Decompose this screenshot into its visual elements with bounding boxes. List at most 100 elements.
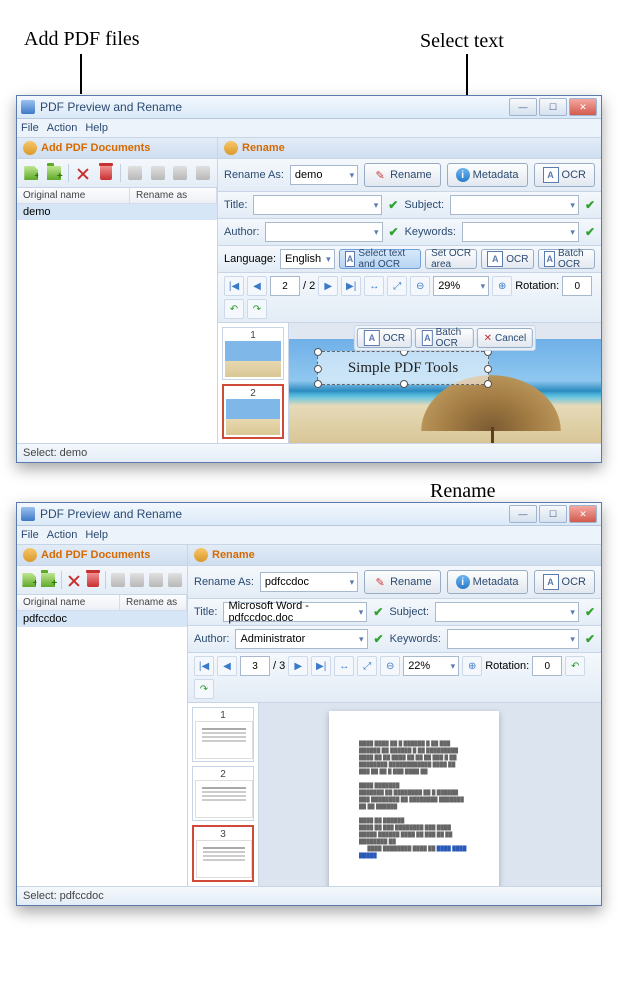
close-button[interactable]: ✕ xyxy=(569,98,597,116)
rotate-left-button[interactable]: ↶ xyxy=(224,299,244,319)
menu-help[interactable]: Help xyxy=(85,529,108,541)
next-page-button[interactable]: ▶ xyxy=(288,656,308,676)
menu-file[interactable]: File xyxy=(21,529,39,541)
tool-button-3[interactable] xyxy=(170,162,191,184)
ocr-button[interactable]: AOCR xyxy=(534,570,595,594)
rename-panel-icon xyxy=(194,548,208,562)
metadata-button[interactable]: iMetadata xyxy=(447,163,528,187)
zoom-select[interactable]: 29% xyxy=(433,276,489,296)
author-input[interactable]: Administrator xyxy=(235,629,367,649)
thumbnail[interactable]: 1 xyxy=(222,327,284,380)
rotation-input[interactable] xyxy=(532,656,562,676)
thumbnail[interactable]: 3 xyxy=(192,825,254,882)
page-current-input[interactable] xyxy=(270,276,300,296)
menu-action[interactable]: Action xyxy=(47,122,78,134)
tool-button-3[interactable] xyxy=(147,569,164,591)
left-toolbar xyxy=(17,566,187,595)
fit-page-button[interactable]: ⤢ xyxy=(387,276,407,296)
remove-icon xyxy=(77,167,89,179)
zoom-select[interactable]: 22% xyxy=(403,656,459,676)
tool-button-4[interactable] xyxy=(192,162,213,184)
add-file-button[interactable] xyxy=(21,162,42,184)
page-current-input[interactable] xyxy=(240,656,270,676)
add-folder-button[interactable] xyxy=(44,162,65,184)
set-ocr-area-button[interactable]: Set OCR area xyxy=(425,249,477,269)
tool-button-1[interactable] xyxy=(110,569,127,591)
batch-ocr-button[interactable]: ABatch OCR xyxy=(538,249,595,269)
fit-width-button[interactable]: ↔ xyxy=(334,656,354,676)
rename-as-label: Rename As: xyxy=(194,576,254,588)
preview-canvas[interactable]: AOCR ABatch OCR ✕Cancel Simple PDF Tools xyxy=(289,323,601,443)
list-item[interactable]: demo xyxy=(17,204,217,220)
rotation-input[interactable] xyxy=(562,276,592,296)
rename-button[interactable]: ✎Rename xyxy=(364,570,441,594)
trash-button[interactable] xyxy=(95,162,116,184)
preview-canvas[interactable]: ████ ████ ██ █ ██████ █ ██ ███ ██████ ██… xyxy=(259,703,601,886)
subject-label: Subject: xyxy=(404,199,444,211)
rename-as-input[interactable]: demo xyxy=(290,165,358,185)
file-list[interactable]: pdfccdoc xyxy=(17,611,187,886)
zoom-in-button[interactable]: ⊕ xyxy=(492,276,512,296)
list-item[interactable]: pdfccdoc xyxy=(17,611,187,627)
subject-input[interactable] xyxy=(450,195,579,215)
title-input[interactable] xyxy=(253,195,382,215)
menu-action[interactable]: Action xyxy=(47,529,78,541)
trash-button[interactable] xyxy=(84,569,101,591)
rotate-right-button[interactable]: ↷ xyxy=(247,299,267,319)
zoom-out-button[interactable]: ⊖ xyxy=(410,276,430,296)
ocr-button[interactable]: AOCR xyxy=(534,163,595,187)
gray-icon xyxy=(111,573,125,587)
tool-button-1[interactable] xyxy=(125,162,146,184)
title-input[interactable]: Microsoft Word - pdfccdoc.doc xyxy=(223,602,367,622)
language-select[interactable]: English xyxy=(280,249,335,269)
select-text-ocr-button[interactable]: ASelect text and OCR xyxy=(339,249,421,269)
minimize-button[interactable]: — xyxy=(509,98,537,116)
thumbnail[interactable]: 1 xyxy=(192,707,254,762)
page-separator: / xyxy=(303,280,306,292)
rename-button[interactable]: ✎Rename xyxy=(364,163,441,187)
maximize-button[interactable]: ☐ xyxy=(539,505,567,523)
text-selection-frame[interactable]: Simple PDF Tools xyxy=(317,351,489,385)
last-page-button[interactable]: ▶| xyxy=(311,656,331,676)
first-page-button[interactable]: |◀ xyxy=(194,656,214,676)
keywords-input[interactable] xyxy=(447,629,579,649)
thumbnail-label: 3 xyxy=(196,829,250,840)
menu-file[interactable]: File xyxy=(21,122,39,134)
float-batch-ocr-button[interactable]: ABatch OCR xyxy=(415,328,474,348)
rename-as-input[interactable]: pdfccdoc xyxy=(260,572,358,592)
zoom-in-button[interactable]: ⊕ xyxy=(462,656,482,676)
remove-button[interactable] xyxy=(73,162,94,184)
subject-input[interactable] xyxy=(435,602,579,622)
remove-button[interactable] xyxy=(65,569,82,591)
ocr-small-button[interactable]: AOCR xyxy=(481,249,534,269)
thumbnail[interactable]: 2 xyxy=(192,766,254,821)
add-folder-button[interactable] xyxy=(40,569,57,591)
add-file-button[interactable] xyxy=(21,569,38,591)
check-icon: ✔ xyxy=(585,225,595,239)
maximize-button[interactable]: ☐ xyxy=(539,98,567,116)
float-cancel-button[interactable]: ✕Cancel xyxy=(477,328,534,348)
zoom-out-button[interactable]: ⊖ xyxy=(380,656,400,676)
prev-page-button[interactable]: ◀ xyxy=(247,276,267,296)
last-page-button[interactable]: ▶| xyxy=(341,276,361,296)
thumbnail[interactable]: 2 xyxy=(222,384,284,439)
file-list[interactable]: demo xyxy=(17,204,217,443)
file-name: pdfccdoc xyxy=(17,613,119,625)
float-ocr-button[interactable]: AOCR xyxy=(357,328,412,348)
metadata-button[interactable]: iMetadata xyxy=(447,570,528,594)
keywords-input[interactable] xyxy=(462,222,579,242)
close-button[interactable]: ✕ xyxy=(569,505,597,523)
author-input[interactable] xyxy=(265,222,382,242)
fit-width-button[interactable]: ↔ xyxy=(364,276,384,296)
first-page-button[interactable]: |◀ xyxy=(224,276,244,296)
next-page-button[interactable]: ▶ xyxy=(318,276,338,296)
rotate-right-button[interactable]: ↷ xyxy=(194,679,214,699)
tool-button-2[interactable] xyxy=(147,162,168,184)
tool-button-2[interactable] xyxy=(129,569,146,591)
menu-help[interactable]: Help xyxy=(85,122,108,134)
fit-page-button[interactable]: ⤢ xyxy=(357,656,377,676)
rotate-left-button[interactable]: ↶ xyxy=(565,656,585,676)
minimize-button[interactable]: — xyxy=(509,505,537,523)
prev-page-button[interactable]: ◀ xyxy=(217,656,237,676)
tool-button-4[interactable] xyxy=(166,569,183,591)
